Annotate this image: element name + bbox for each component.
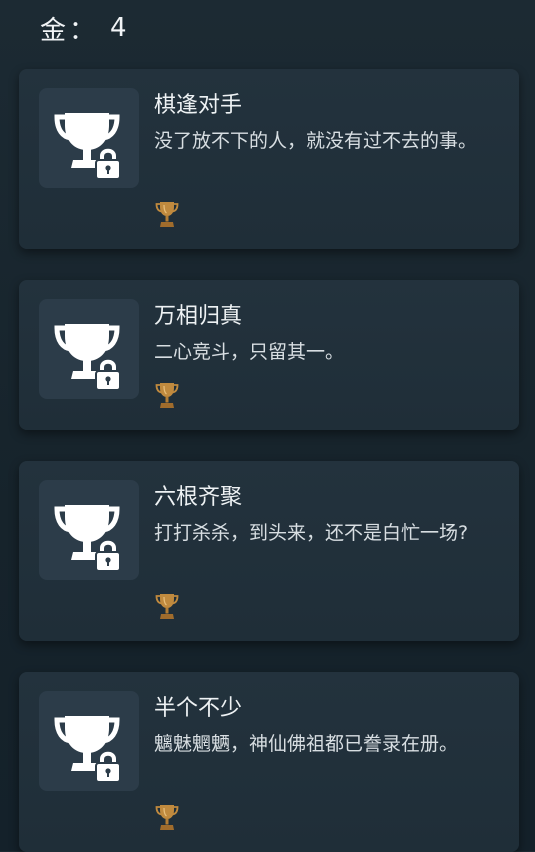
bronze-trophy-icon xyxy=(155,201,179,228)
achievement-description: 打打杀杀，到头来，还不是白忙一场? xyxy=(154,522,469,544)
achievement-card[interactable]: 半个不少 魑魅魍魉，神仙佛祖都已誊录在册。 xyxy=(19,672,519,852)
gold-counter: 金 ： 4 xyxy=(40,8,128,48)
achievement-description: 魑魅魍魉，神仙佛祖都已誊录在册。 xyxy=(154,733,459,755)
achievement-title: 万相归真 xyxy=(154,304,243,329)
locked-trophy-icon xyxy=(39,480,139,580)
bronze-trophy-icon xyxy=(155,593,179,620)
gold-label: 金 xyxy=(40,15,68,46)
achievement-card[interactable]: 万相归真 二心竞斗，只留其一。 xyxy=(19,280,519,430)
locked-trophy-icon xyxy=(39,299,139,399)
gold-separator: ： xyxy=(69,15,97,46)
gold-count: 4 xyxy=(110,13,128,43)
bronze-trophy-icon xyxy=(155,804,179,831)
achievement-description: 二心竞斗，只留其一。 xyxy=(154,341,345,363)
achievement-card[interactable]: 六根齐聚 打打杀杀，到头来，还不是白忙一场? xyxy=(19,461,519,641)
locked-trophy-icon xyxy=(39,691,139,791)
locked-trophy-icon xyxy=(39,88,139,188)
achievement-title: 棋逢对手 xyxy=(154,93,243,118)
achievement-description: 没了放不下的人，就没有过不去的事。 xyxy=(154,130,478,152)
achievement-title: 六根齐聚 xyxy=(154,485,243,510)
achievement-card[interactable]: 棋逢对手 没了放不下的人，就没有过不去的事。 xyxy=(19,69,519,249)
bronze-trophy-icon xyxy=(155,382,179,409)
achievement-title: 半个不少 xyxy=(154,696,243,721)
